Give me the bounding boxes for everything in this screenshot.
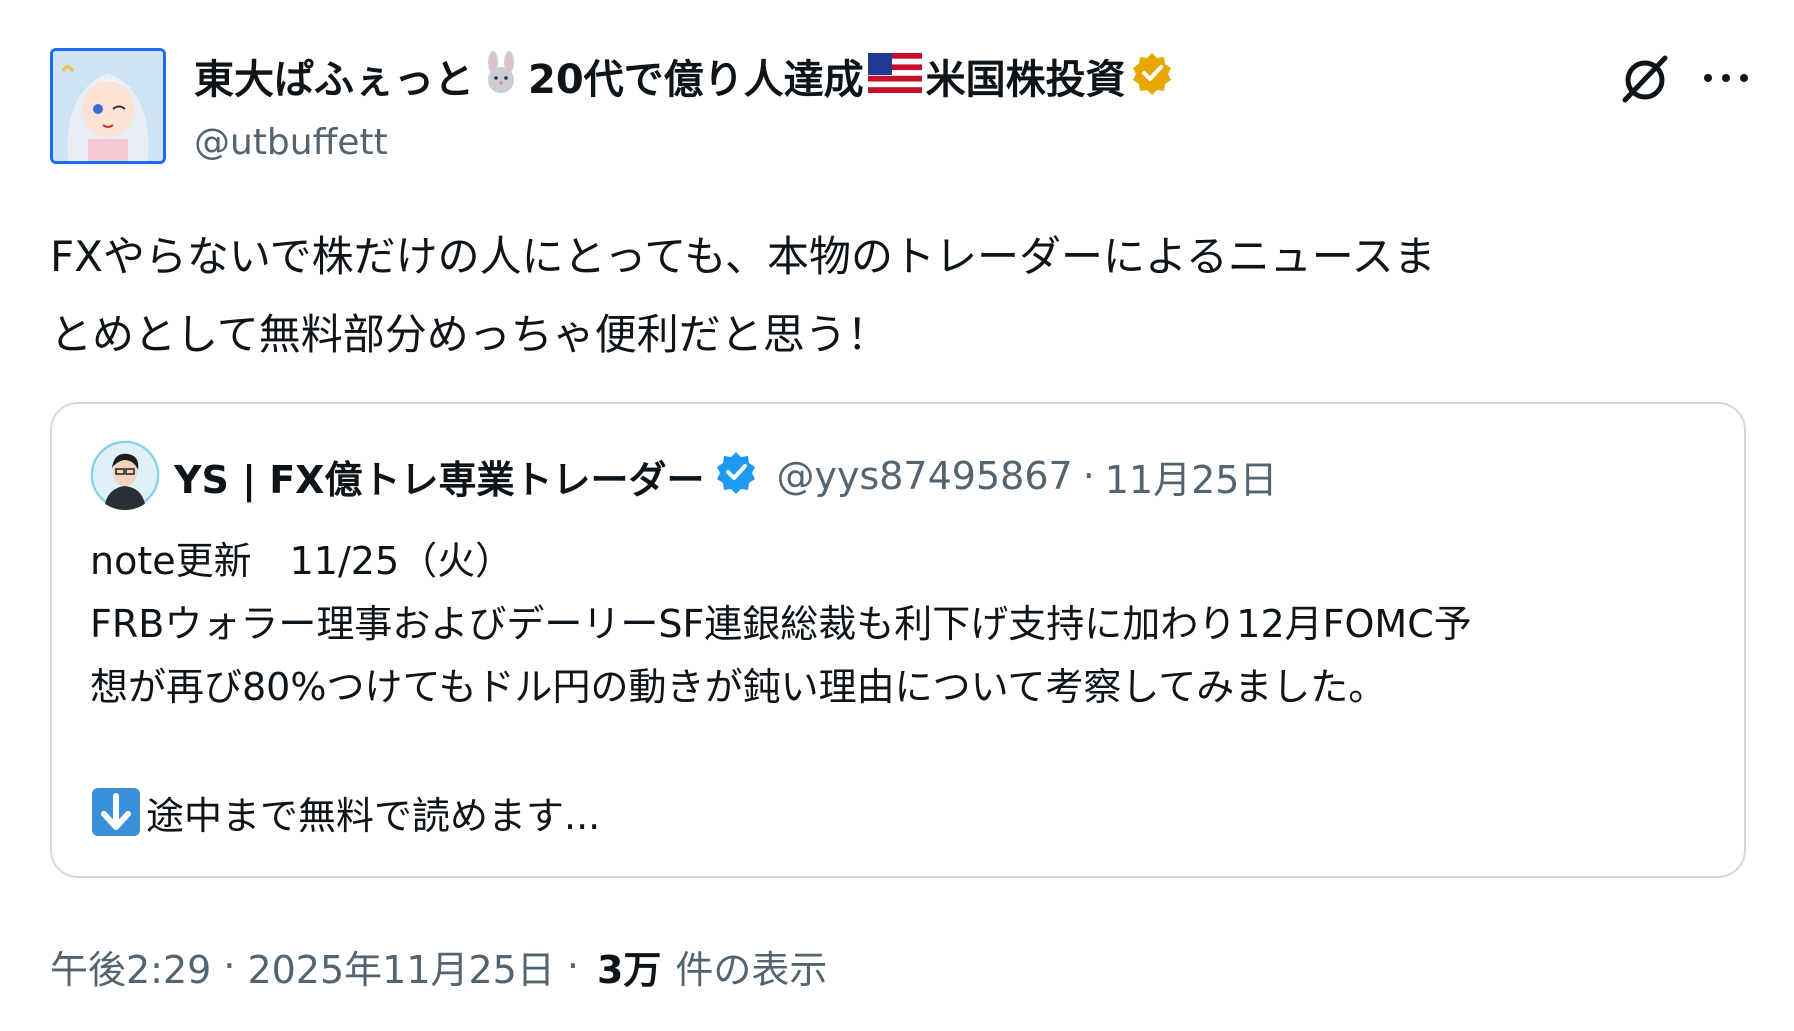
tweet-text: FXやらないで株だけの人にとっても、本物のトレーダーによるニュースま とめとして…: [50, 232, 1436, 359]
author-name-part3: 米国株投資: [925, 57, 1126, 103]
more-options-icon[interactable]: [1696, 60, 1756, 96]
verified-blue-badge-icon: [714, 450, 758, 503]
quote-avatar-image: [90, 440, 160, 510]
anime-avatar-image: [53, 51, 163, 161]
author-name-part1: 東大ぱふぇっと: [194, 57, 474, 103]
quote-cta: 途中まで無料で読めます...: [90, 782, 600, 842]
quote-author-avatar[interactable]: [90, 440, 160, 510]
footer-separator-2: ·: [566, 944, 579, 988]
quote-text: note更新 11/25（火） FRBウォラー理事およびデーリーSF連銀総裁も利…: [90, 539, 1472, 709]
author-avatar[interactable]: [50, 48, 166, 164]
quote-header: YS | FX億トレ専業トレーダー @yys87495867 · 11月25日: [174, 446, 1278, 506]
quote-cta-text: 途中まで無料で読めます...: [146, 793, 601, 838]
quote-handle[interactable]: @yys87495867: [776, 454, 1072, 498]
view-count-label: 件の表示: [675, 947, 828, 992]
footer-separator-1: ·: [223, 944, 236, 988]
down-arrow-icon: [90, 786, 142, 838]
quote-date[interactable]: 11月25日: [1105, 449, 1278, 504]
author-display-name[interactable]: 東大ぱふぇっと 20代で億り人達成 米国株投資: [194, 50, 1178, 111]
author-name-part2: 20代で億り人達成: [528, 57, 864, 103]
grok-icon[interactable]: [1617, 50, 1673, 106]
verified-gold-badge-icon: [1130, 51, 1174, 110]
tweet-footer: 午後2:29 · 2025年11月25日 · 3万 件の表示: [50, 938, 827, 994]
view-count[interactable]: 3万: [597, 939, 661, 994]
us-flag-icon: [867, 52, 922, 108]
quoted-tweet-card[interactable]: YS | FX億トレ専業トレーダー @yys87495867 · 11月25日 …: [50, 402, 1746, 878]
rabbit-emoji-icon: [478, 50, 524, 111]
quote-dot-separator: ·: [1082, 454, 1095, 498]
author-handle[interactable]: @utbuffett: [194, 118, 388, 168]
quote-author-name[interactable]: YS | FX億トレ専業トレーダー: [174, 449, 704, 504]
tweet-time[interactable]: 午後2:29: [50, 939, 211, 994]
tweet-date[interactable]: 2025年11月25日: [247, 939, 554, 994]
